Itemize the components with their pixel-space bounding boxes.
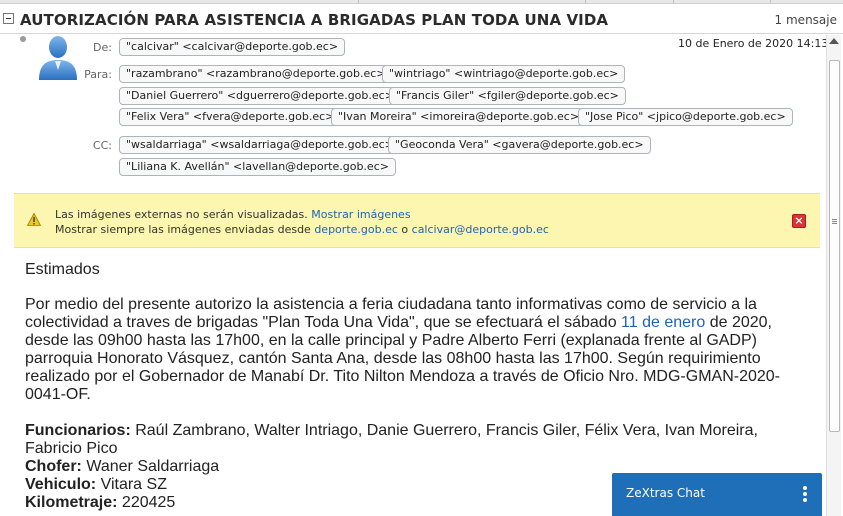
always-show-text: Mostrar siempre las imágenes enviadas de… [55, 223, 311, 236]
external-images-warning: Las imágenes externas no serán visualiza… [14, 193, 820, 248]
message-date: 10 de Enero de 2020 14:13 [678, 37, 829, 50]
scroll-thumb[interactable] [829, 60, 840, 432]
zextras-chat-panel[interactable]: ZeXtras Chat [612, 473, 822, 516]
collapse-icon[interactable] [3, 13, 14, 24]
to-label: Para: [84, 68, 112, 81]
message-count: 1 mensaje [774, 13, 837, 27]
unread-dot [20, 36, 26, 42]
toolbar-divider [585, 0, 586, 3]
conversation-header: AUTORIZACIÓN PARA ASISTENCIA A BRIGADAS … [0, 8, 843, 34]
to-chip[interactable]: "Francis Giler" <fgiler@deporte.gob.ec> [389, 87, 626, 105]
from-chip[interactable]: "calcivar" <calcivar@deporte.gob.ec> [119, 38, 346, 56]
avatar-icon [39, 36, 77, 80]
grip-line [832, 221, 837, 222]
cc-chip[interactable]: "Geoconda Vera" <gavera@deporte.gob.ec> [388, 136, 651, 154]
date-link[interactable]: 11 de enero [621, 314, 705, 331]
body-paragraph: Por medio del presente autorizo la asist… [25, 296, 785, 404]
toolbar-divider [770, 0, 771, 3]
vehiculo-label: Vehiculo: [25, 476, 97, 493]
scrollbar[interactable] [826, 35, 841, 516]
domain-link[interactable]: deporte.gob.ec [314, 223, 398, 236]
vehiculo-value: Vitara SZ [96, 476, 167, 493]
toolbar-divider [673, 0, 674, 3]
cc-chip[interactable]: "wsaldarriaga" <wsaldarriaga@deporte.gob… [119, 136, 401, 154]
funcionarios-line: Funcionarios: Raúl Zambrano, Walter Intr… [25, 422, 785, 458]
warning-message: Las imágenes externas no serán visualiza… [55, 208, 308, 221]
warning-line-1: Las imágenes externas no serán visualiza… [55, 208, 411, 221]
grip-line [832, 223, 837, 224]
vehiculo-line: Vehiculo: Vitara SZ [25, 476, 167, 494]
to-chip[interactable]: "wintriago" <wintriago@deporte.gob.ec> [382, 65, 626, 83]
cc-label: CC: [92, 139, 112, 152]
to-chip[interactable]: "Ivan Moreira" <imoreira@deporte.gob.ec> [331, 108, 587, 126]
funcionarios-label: Funcionarios: [25, 422, 131, 439]
sender-link[interactable]: calcivar@deporte.gob.ec [412, 223, 549, 236]
from-label: De: [93, 41, 112, 54]
cc-chip[interactable]: "Liliana K. Avellán" <lavellan@deporte.g… [119, 158, 396, 176]
show-images-link[interactable]: Mostrar imágenes [311, 208, 410, 221]
top-toolbar-strip [0, 0, 843, 4]
warning-icon [27, 213, 41, 226]
to-chip[interactable]: "Jose Pico" <jpico@deporte.gob.ec> [578, 108, 793, 126]
to-chip[interactable]: "Felix Vera" <fvera@deporte.gob.ec> [119, 108, 342, 126]
to-chip[interactable]: "razambrano" <razambrano@deporte.gob.ec> [119, 65, 393, 83]
toolbar-divider [358, 0, 359, 3]
chofer-line: Chofer: Waner Saldarriaga [25, 458, 219, 476]
or-text: o [401, 223, 409, 236]
body-greeting: Estimados [25, 261, 100, 278]
chofer-label: Chofer: [25, 458, 82, 475]
to-chip[interactable]: "Daniel Guerrero" <dguerrero@deporte.gob… [119, 87, 401, 105]
kilometraje-line: Kilometraje: 220425 [25, 494, 175, 512]
funcionarios-value: Raúl Zambrano, Walter Intriago, Danie Gu… [25, 422, 758, 457]
kilometraje-label: Kilometraje: [25, 494, 118, 511]
chat-title: ZeXtras Chat [626, 486, 705, 500]
close-icon[interactable]: × [792, 214, 806, 228]
scroll-up-icon[interactable] [829, 38, 839, 44]
chofer-value: Waner Saldarriaga [81, 458, 220, 475]
subject-title: AUTORIZACIÓN PARA ASISTENCIA A BRIGADAS … [20, 11, 609, 29]
kebab-menu-icon[interactable] [803, 486, 807, 502]
kilometraje-value: 220425 [117, 494, 176, 511]
grip-line [832, 219, 837, 220]
warning-line-2: Mostrar siempre las imágenes enviadas de… [55, 223, 549, 236]
